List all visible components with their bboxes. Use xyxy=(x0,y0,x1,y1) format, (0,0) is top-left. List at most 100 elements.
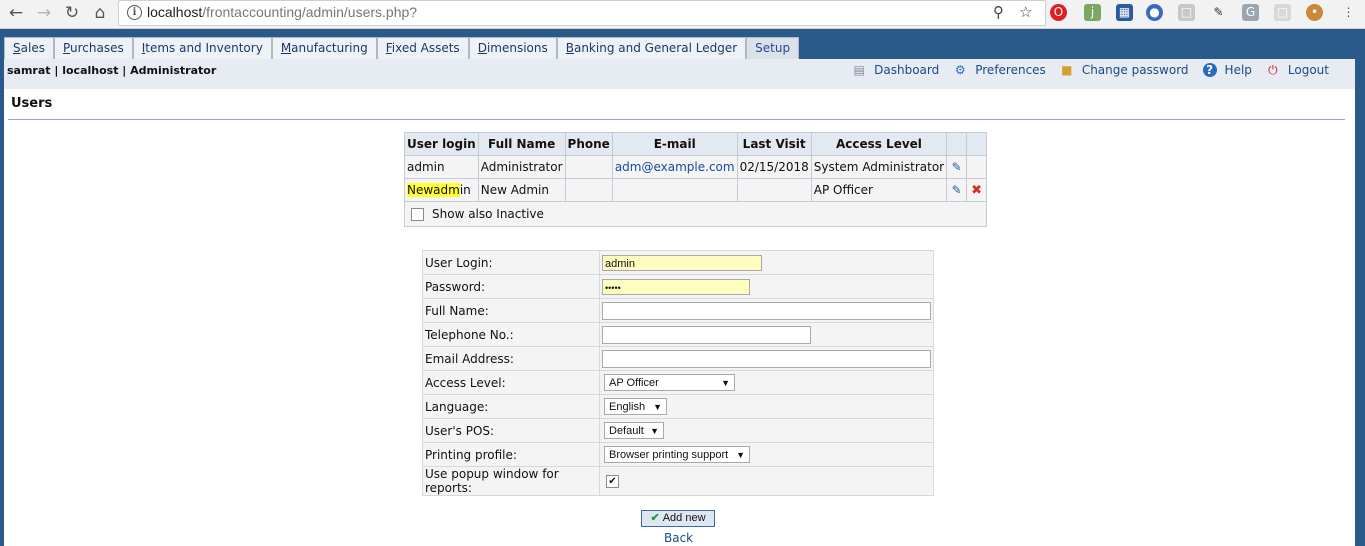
access-level-label: Access Level: xyxy=(422,370,600,395)
user-login-input[interactable]: admin xyxy=(602,254,762,271)
users-table: User login Full Name Phone E-mail Last V… xyxy=(403,132,988,227)
add-new-button[interactable]: ✔ Add new xyxy=(641,510,715,527)
chat-extension-icon[interactable]: □ xyxy=(1274,4,1291,21)
password-input[interactable]: ••••• xyxy=(602,278,750,295)
language-select[interactable]: English ▼ xyxy=(604,398,667,415)
email-input[interactable] xyxy=(602,349,931,368)
gear-icon: ⚙ xyxy=(954,63,966,77)
pencil-icon: ✎ xyxy=(951,183,962,197)
cookie-extension-icon[interactable]: • xyxy=(1306,4,1323,21)
full-name-input[interactable] xyxy=(602,301,931,320)
tab-label: anufacturing xyxy=(291,41,368,55)
dropdown-arrow-icon: ▼ xyxy=(721,377,730,388)
pos-label: User's POS: xyxy=(422,418,600,443)
tab-banking-and-general-ledger[interactable]: Banking and General Ledger xyxy=(556,37,747,59)
telephone-label: Telephone No.: xyxy=(422,322,600,347)
tab-label: ales xyxy=(20,41,45,55)
col-delete xyxy=(966,132,988,156)
col-edit xyxy=(946,132,968,156)
tab-sales[interactable]: Sales xyxy=(4,37,54,59)
change-password-link[interactable]: ■ Change password xyxy=(1060,63,1188,77)
home-icon[interactable]: ⌂ xyxy=(88,2,112,24)
col-user-login: User login xyxy=(404,132,479,156)
help-label: Help xyxy=(1224,63,1252,77)
email-label: Email Address: xyxy=(422,346,600,371)
edit-button[interactable]: ✎ xyxy=(946,155,968,179)
show-inactive-checkbox[interactable] xyxy=(411,208,424,221)
pos-value: Default xyxy=(609,424,644,437)
pencil-icon: ✎ xyxy=(951,160,962,174)
preferences-label: Preferences xyxy=(975,63,1046,77)
cell-access: AP Officer xyxy=(810,178,948,202)
show-inactive-row: Show also Inactive xyxy=(403,201,988,227)
access-level-select[interactable]: AP Officer ▼ xyxy=(604,374,735,391)
menu-icon[interactable]: ⋮ xyxy=(1340,4,1357,21)
edit-button[interactable]: ✎ xyxy=(946,178,968,202)
tab-label: urchases xyxy=(69,41,124,55)
language-label: Language: xyxy=(422,394,600,419)
telephone-input[interactable] xyxy=(602,325,811,344)
delete-button[interactable]: ✖ xyxy=(966,178,988,202)
g-extension-icon[interactable]: G xyxy=(1242,4,1259,21)
cell-access: System Administrator xyxy=(810,155,948,179)
cell-email-link[interactable]: adm@example.com xyxy=(611,155,738,179)
help-link[interactable]: ? Help xyxy=(1202,63,1252,77)
opera-extension-icon[interactable]: O xyxy=(1050,4,1067,21)
empty-cell xyxy=(966,155,988,179)
tab-label: Setup xyxy=(755,41,791,55)
tab-setup[interactable]: Setup xyxy=(746,37,800,59)
tab-accesskey: P xyxy=(62,41,70,55)
show-inactive-label: Show also Inactive xyxy=(432,207,544,221)
col-last-visit: Last Visit xyxy=(736,132,812,156)
back-link[interactable]: Back xyxy=(664,531,693,545)
dropdown-arrow-icon: ▼ xyxy=(653,401,662,412)
cell-phone xyxy=(564,155,613,179)
cell-phone xyxy=(564,178,613,202)
forward-arrow-icon[interactable]: → xyxy=(32,2,56,24)
site-info-icon[interactable]: i xyxy=(127,5,142,20)
tab-label: tems and Inventory xyxy=(145,41,263,55)
bookmark-star-icon[interactable]: ☆ xyxy=(1019,3,1032,21)
dashboard-link[interactable]: ▤ Dashboard xyxy=(852,63,939,77)
url-path: /frontaccounting/admin/users.php? xyxy=(202,4,418,20)
users-table-header: User login Full Name Phone E-mail Last V… xyxy=(404,132,988,156)
js-extension-icon[interactable]: j xyxy=(1084,4,1101,21)
tab-dimensions[interactable]: Dimensions xyxy=(468,37,557,59)
cell-login: Newadmin xyxy=(404,178,479,202)
highlighted-login: Newadm xyxy=(407,183,460,197)
page-title: Users xyxy=(11,96,53,111)
user-form: User Login: admin Password: ••••• Full N… xyxy=(422,250,934,496)
cell-email xyxy=(611,178,738,202)
lock-icon: ■ xyxy=(1061,63,1073,77)
browser-toolbar: ← → ↻ ⌂ i localhost/frontaccounting/admi… xyxy=(0,0,1365,29)
tab-accesskey: S xyxy=(13,41,21,55)
tab-accesskey: M xyxy=(280,41,292,55)
popup-checkbox[interactable]: ✔ xyxy=(606,475,619,488)
printing-profile-select[interactable]: Browser printing support ▼ xyxy=(604,446,750,463)
tab-purchases[interactable]: Purchases xyxy=(53,37,133,59)
address-bar[interactable]: i localhost/frontaccounting/admin/users.… xyxy=(118,0,1046,26)
preferences-link[interactable]: ⚙ Preferences xyxy=(953,63,1046,77)
reload-icon[interactable]: ↻ xyxy=(60,2,84,24)
key-icon[interactable]: ⚲ xyxy=(993,3,1004,21)
dashboard-label: Dashboard xyxy=(874,63,940,77)
gray-extension-icon[interactable]: □ xyxy=(1178,4,1195,21)
calendar-extension-icon[interactable]: ▦ xyxy=(1116,4,1133,21)
tab-accesskey: B xyxy=(565,41,574,55)
url-host: localhost xyxy=(147,4,203,20)
pos-select[interactable]: Default ▼ xyxy=(604,422,664,439)
dropdown-arrow-icon: ▼ xyxy=(650,425,659,436)
tab-label: ixed Assets xyxy=(391,41,460,55)
col-full-name: Full Name xyxy=(477,132,566,156)
col-access-level: Access Level xyxy=(810,132,948,156)
logout-link[interactable]: ⏻ Logout xyxy=(1266,63,1329,77)
title-divider xyxy=(8,119,1345,120)
tab-manufacturing[interactable]: Manufacturing xyxy=(271,37,377,59)
tab-fixed-assets[interactable]: Fixed Assets xyxy=(376,37,469,59)
pen-extension-icon[interactable]: ✎ xyxy=(1210,4,1227,21)
tab-accesskey: D xyxy=(477,41,487,55)
globe-extension-icon[interactable]: ● xyxy=(1146,4,1163,21)
tab-items-and-inventory[interactable]: Items and Inventory xyxy=(132,37,272,59)
back-arrow-icon[interactable]: ← xyxy=(4,2,28,24)
popup-label: Use popup window for reports: xyxy=(422,466,600,496)
